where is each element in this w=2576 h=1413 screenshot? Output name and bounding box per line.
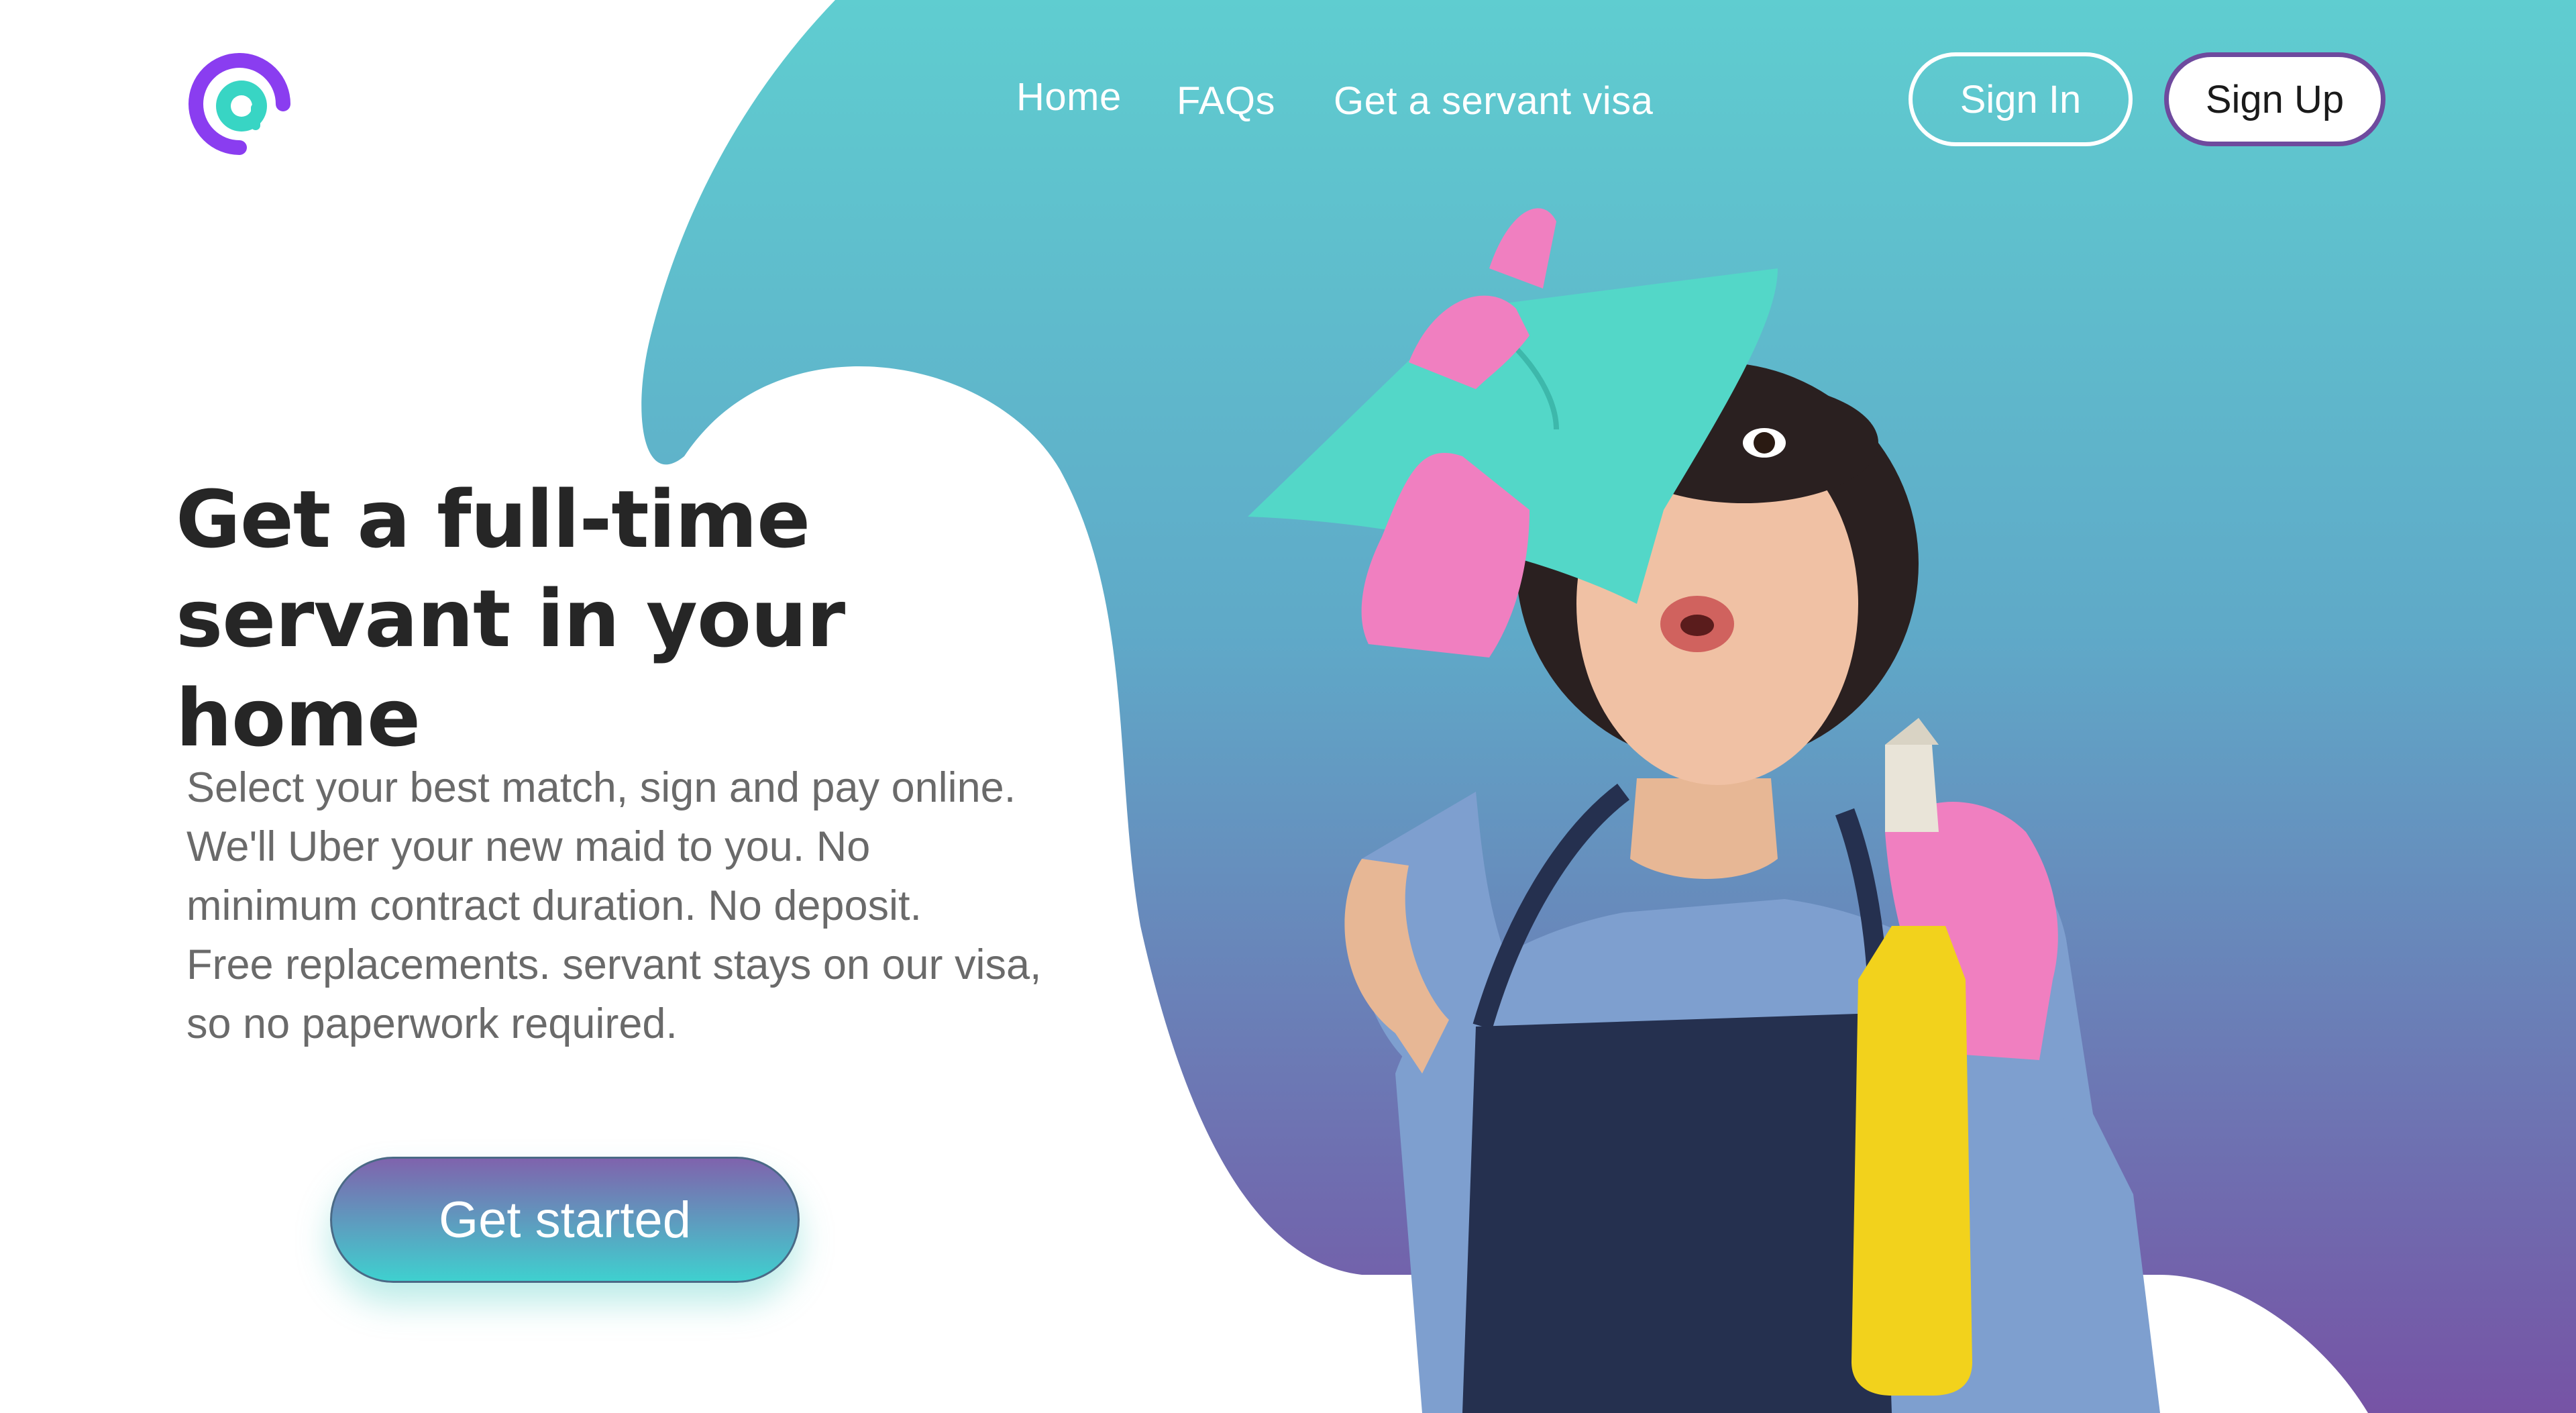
landing-page: Home FAQs Get a servant visa Sign In Sig…: [0, 0, 2576, 1413]
hero-photo-maid: [1248, 208, 2160, 1413]
hero-description-line: Free replacements. servant stays on our …: [186, 941, 1042, 988]
hero-title: Get a full-time servant in your home: [176, 470, 1115, 768]
sign-up-button[interactable]: Sign Up: [2164, 52, 2385, 146]
hero-description-line: minimum contract duration. No deposit.: [186, 882, 922, 929]
sign-in-button[interactable]: Sign In: [1909, 52, 2133, 146]
hero-description: Select your best match, sign and pay onl…: [186, 758, 1085, 1053]
hero-description-line: Select your best match, sign and pay onl…: [186, 764, 1016, 811]
nav-link-home[interactable]: Home: [1016, 78, 1122, 117]
at-sign-logo-icon[interactable]: [185, 50, 294, 158]
hero-title-line-2: servant in your home: [176, 572, 845, 764]
nav-link-faqs[interactable]: FAQs: [1177, 82, 1275, 121]
hero-title-line-1: Get a full-time: [176, 473, 810, 566]
nav-link-servant-visa[interactable]: Get a servant visa: [1334, 82, 1653, 121]
get-started-button[interactable]: Get started: [330, 1157, 800, 1283]
hero-description-line: We'll Uber your new maid to you. No: [186, 823, 871, 870]
hero-description-line: so no paperwork required.: [186, 1000, 678, 1047]
